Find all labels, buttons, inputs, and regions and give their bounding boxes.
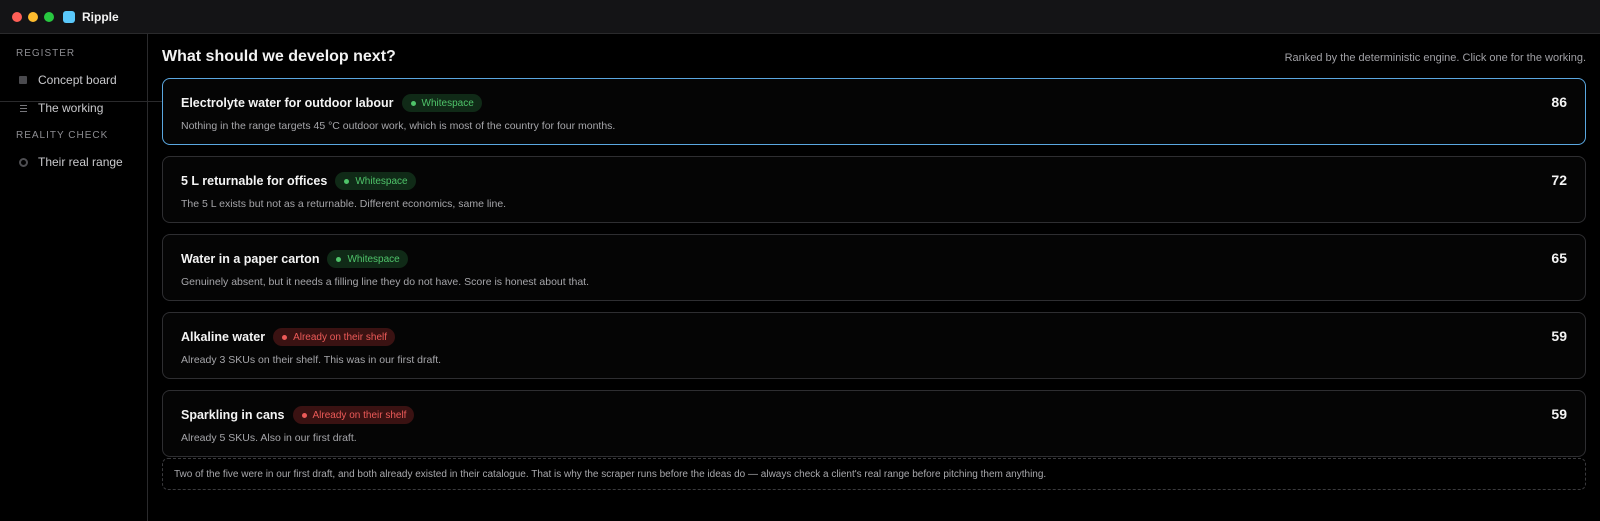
badge-label: Already on their shelf — [312, 409, 407, 421]
badge-label: Whitespace — [355, 175, 408, 187]
status-dot-icon — [410, 100, 416, 106]
page-subtitle: Ranked by the deterministic engine. Clic… — [1284, 52, 1586, 64]
window-controls — [12, 11, 54, 22]
app-logo-icon — [63, 10, 75, 23]
badge-label: Whitespace — [347, 253, 400, 265]
idea-score: 59 — [1551, 406, 1567, 422]
sidebar-section-reality-check: REALITY CHECK — [16, 130, 109, 141]
sidebar-item-the-working[interactable]: The working — [0, 94, 147, 122]
board-icon — [17, 76, 29, 84]
idea-score: 86 — [1551, 94, 1567, 110]
status-badge: Whitespace — [335, 172, 416, 190]
idea-card[interactable]: 5 L returnable for offices Whitespace Th… — [162, 156, 1586, 223]
sidebar-item-their-real-range[interactable]: Their real range — [0, 148, 147, 176]
idea-title: Water in a paper carton — [181, 252, 320, 266]
idea-card[interactable]: Water in a paper carton Whitespace Genui… — [162, 234, 1586, 301]
idea-description: Already 3 SKUs on their shelf. This was … — [181, 354, 442, 366]
idea-card[interactable]: Sparkling in cans Already on their shelf… — [162, 390, 1586, 457]
status-dot-icon — [282, 334, 288, 340]
idea-description: The 5 L exists but not as a returnable. … — [181, 198, 507, 210]
sidebar-section-register: REGISTER — [16, 48, 76, 59]
idea-description: Already 5 SKUs. Also in our first draft. — [181, 432, 357, 444]
page-title: What should we develop next? — [162, 48, 396, 65]
sidebar: REGISTER Concept board The working REALI… — [0, 34, 720, 521]
sidebar-item-label: The working — [38, 101, 104, 115]
app-title: Ripple — [82, 9, 119, 24]
idea-title: 5 L returnable for offices — [181, 174, 328, 188]
idea-card[interactable]: Electrolyte water for outdoor labour Whi… — [162, 78, 1586, 145]
idea-title: Alkaline water — [181, 330, 266, 344]
title-bar: Ripple — [0, 0, 1600, 34]
footnote: Two of the five were in our first draft,… — [162, 458, 1586, 490]
page-header: What should we develop next? Ranked by t… — [162, 48, 1586, 66]
minimize-window-button[interactable] — [28, 11, 38, 22]
badge-label: Whitespace — [421, 97, 474, 109]
idea-title: Sparkling in cans — [181, 408, 285, 422]
sidebar-item-label: Their real range — [38, 155, 123, 169]
status-dot-icon — [336, 256, 342, 262]
idea-description: Genuinely absent, but it needs a filling… — [181, 276, 590, 288]
idea-title: Electrolyte water for outdoor labour — [181, 96, 394, 110]
sidebar-item-label: Concept board — [38, 73, 117, 87]
idea-description: Nothing in the range targets 45 °C outdo… — [181, 120, 616, 132]
status-dot-icon — [301, 412, 307, 418]
idea-score: 65 — [1551, 250, 1567, 266]
idea-card[interactable]: Alkaline water Already on their shelf Al… — [162, 312, 1586, 379]
idea-score: 72 — [1551, 172, 1567, 188]
close-window-button[interactable] — [12, 11, 22, 22]
circle-icon — [17, 157, 29, 167]
status-badge: Already on their shelf — [273, 328, 396, 346]
sidebar-item-concept-board[interactable]: Concept board — [0, 66, 147, 94]
main-content: What should we develop next? Ranked by t… — [148, 34, 1600, 521]
status-badge: Whitespace — [401, 94, 482, 112]
maximize-window-button[interactable] — [44, 11, 54, 22]
status-dot-icon — [344, 178, 350, 184]
status-badge: Whitespace — [327, 250, 408, 268]
list-icon — [17, 104, 29, 112]
status-badge: Already on their shelf — [292, 406, 415, 424]
idea-score: 59 — [1551, 328, 1567, 344]
badge-label: Already on their shelf — [293, 331, 388, 343]
